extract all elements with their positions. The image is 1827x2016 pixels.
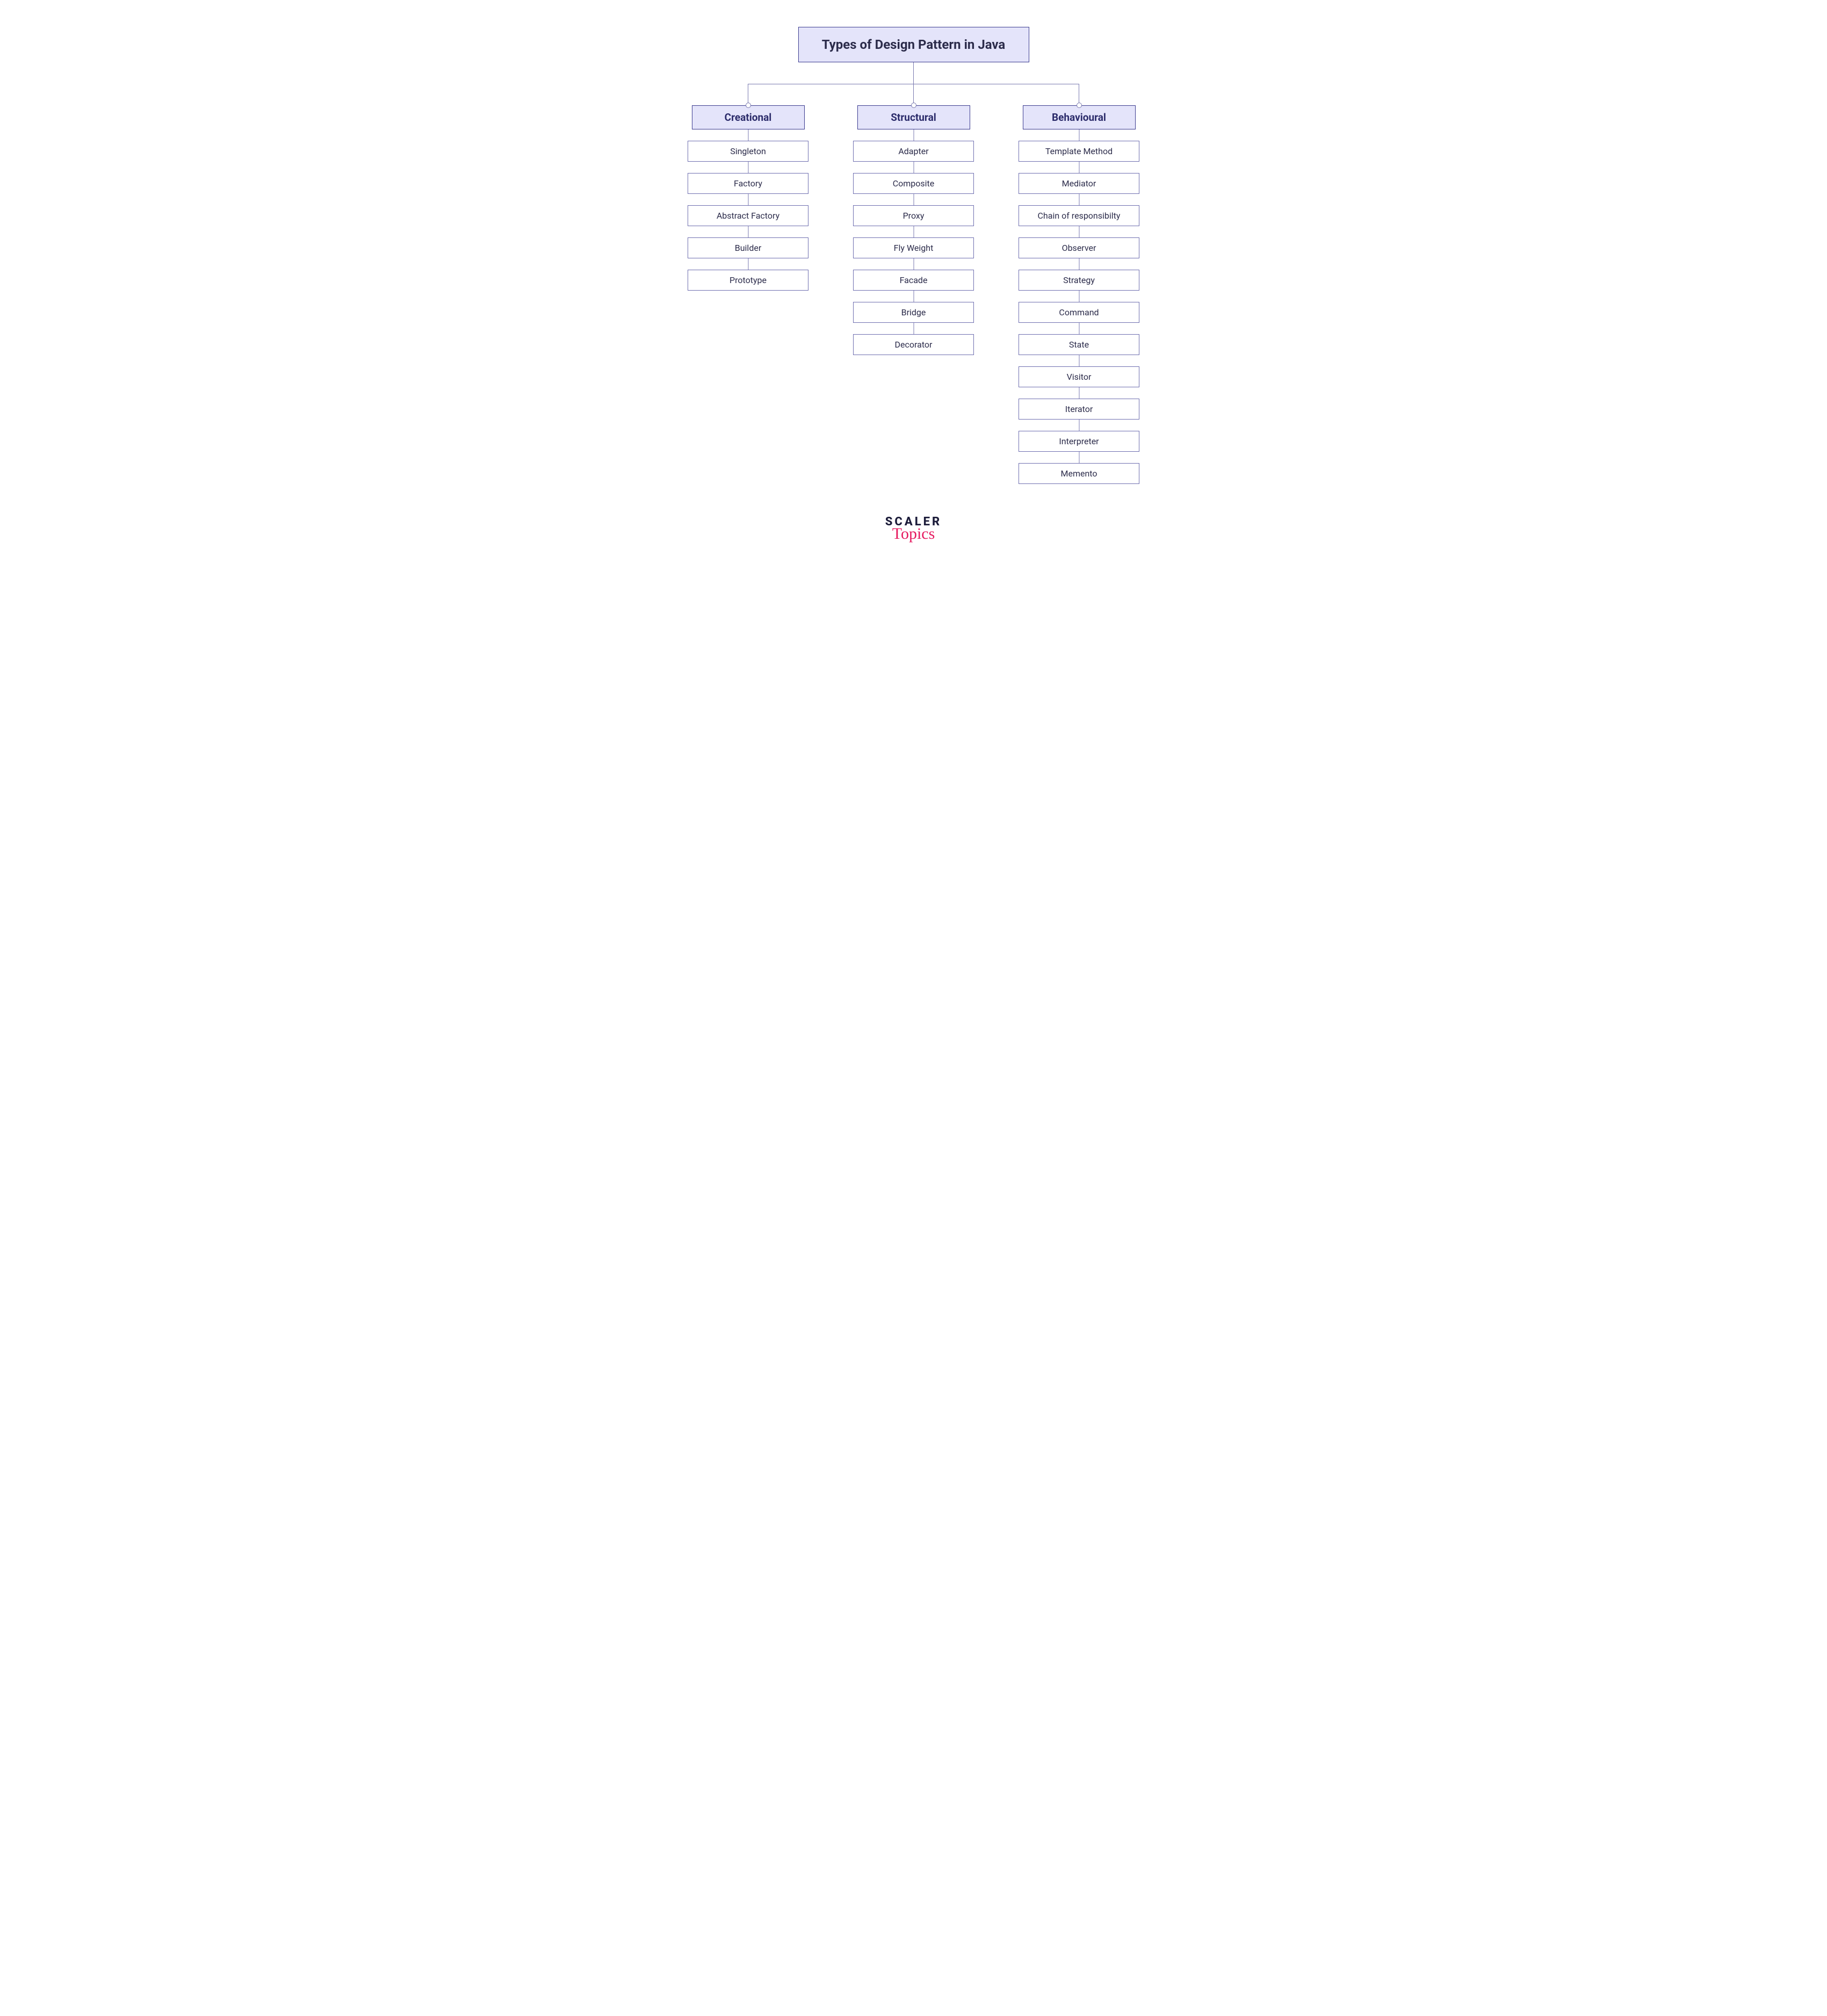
pattern-item: Singleton	[688, 141, 808, 162]
pattern-item: Observer	[1019, 237, 1139, 258]
items-structural: Adapter Composite Proxy Fly Weight Facad…	[849, 129, 978, 355]
pattern-item: Iterator	[1019, 399, 1139, 420]
pattern-item: Strategy	[1019, 270, 1139, 291]
pattern-item: Builder	[688, 237, 808, 258]
pattern-item: Mediator	[1019, 173, 1139, 194]
category-label-behavioural: Behavioural	[1023, 105, 1136, 129]
items-behavioural: Template Method Mediator Chain of respon…	[1015, 129, 1144, 484]
pattern-item: Prototype	[688, 270, 808, 291]
pattern-item: Fly Weight	[853, 237, 974, 258]
pattern-item: Adapter	[853, 141, 974, 162]
diagram-title: Types of Design Pattern in Java	[798, 27, 1029, 62]
pattern-item: Command	[1019, 302, 1139, 323]
pattern-item: Abstract Factory	[688, 205, 808, 226]
pattern-item: Decorator	[853, 334, 974, 355]
pattern-item: Composite	[853, 173, 974, 194]
scaler-topics-logo: SCALER Topics	[672, 516, 1156, 542]
column-structural: Structural Adapter Composite Proxy Fly W…	[837, 84, 990, 484]
design-pattern-diagram: Types of Design Pattern in Java Creation…	[672, 27, 1156, 542]
pattern-item: State	[1019, 334, 1139, 355]
pattern-item: Template Method	[1019, 141, 1139, 162]
pattern-item: Proxy	[853, 205, 974, 226]
pattern-item: Chain of responsibilty	[1019, 205, 1139, 226]
column-behavioural: Behavioural Template Method Mediator Cha…	[1003, 84, 1156, 484]
category-columns: Creational Singleton Factory Abstract Fa…	[672, 84, 1156, 484]
connector-circle-icon	[1077, 103, 1082, 108]
items-creational: Singleton Factory Abstract Factory Build…	[684, 129, 813, 291]
title-connector	[913, 62, 914, 84]
pattern-item: Memento	[1019, 463, 1139, 484]
pattern-item: Factory	[688, 173, 808, 194]
category-connector	[913, 84, 914, 105]
pattern-item: Bridge	[853, 302, 974, 323]
category-label-creational: Creational	[692, 105, 805, 129]
column-creational: Creational Singleton Factory Abstract Fa…	[672, 84, 825, 484]
pattern-item: Interpreter	[1019, 431, 1139, 452]
pattern-item: Facade	[853, 270, 974, 291]
connector-circle-icon	[746, 103, 751, 108]
connector-circle-icon	[911, 103, 916, 108]
logo-line2: Topics	[672, 526, 1156, 542]
category-label-structural: Structural	[857, 105, 970, 129]
pattern-item: Visitor	[1019, 366, 1139, 387]
